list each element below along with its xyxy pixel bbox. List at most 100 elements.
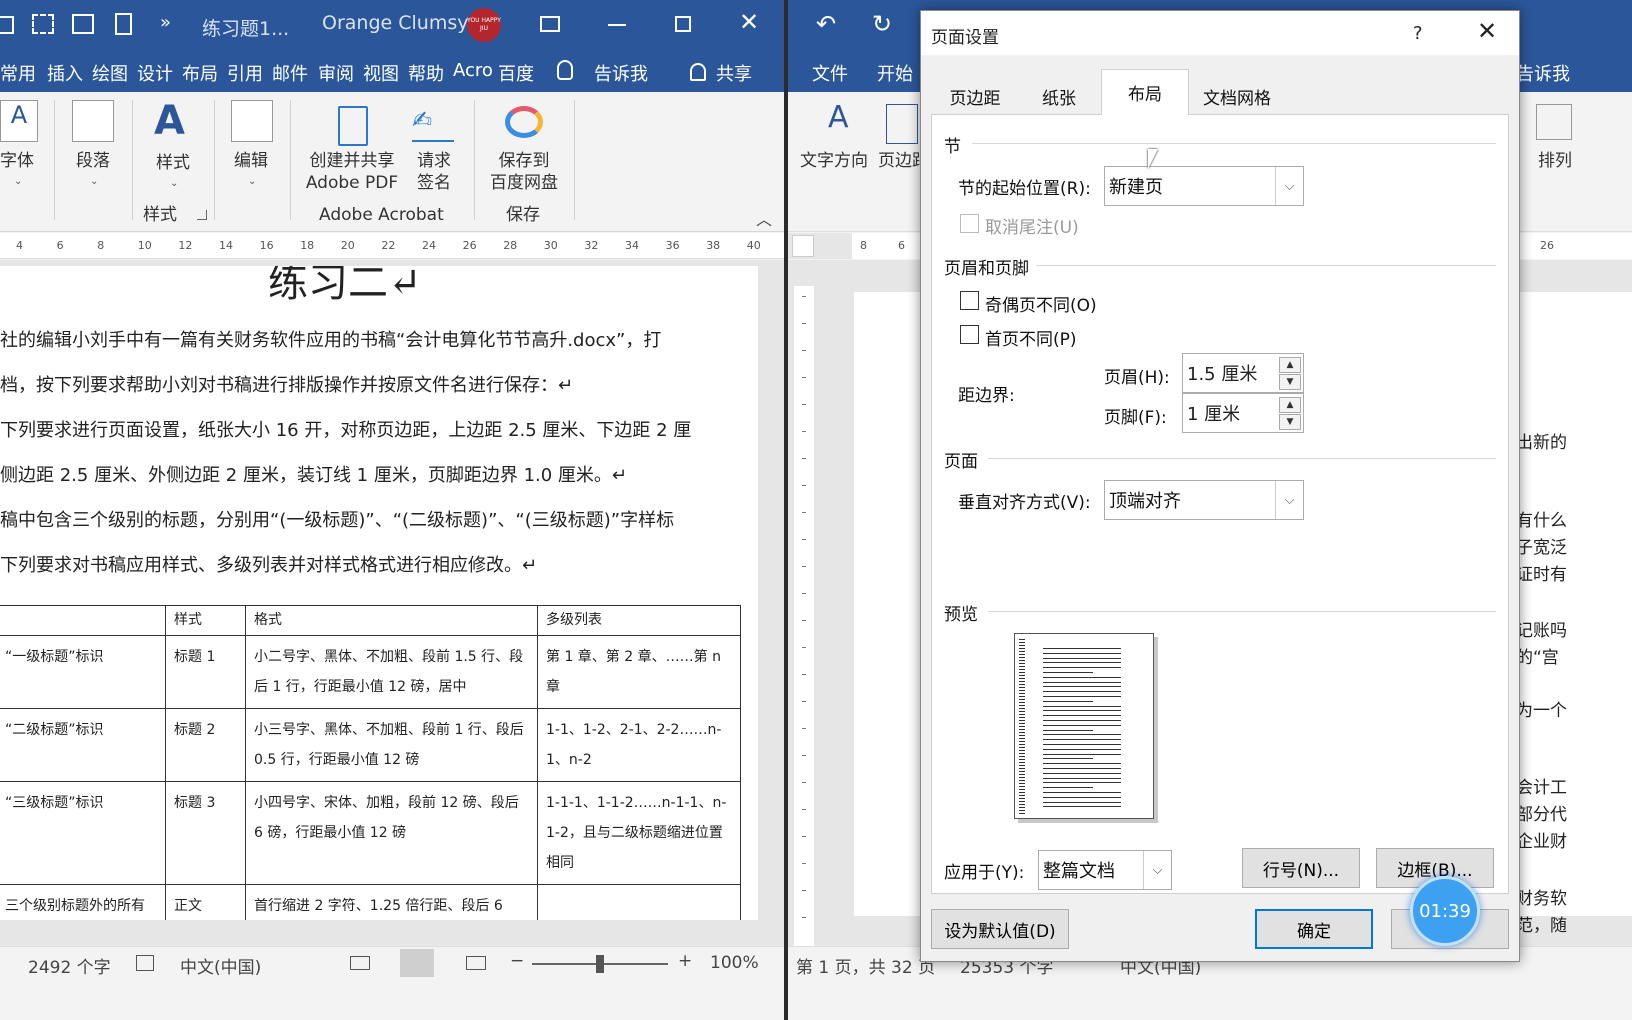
read-mode-icon[interactable] <box>350 956 370 970</box>
tab-home[interactable]: 常用 <box>0 60 36 86</box>
avatar[interactable]: YOU HAPPY JIU <box>467 8 501 42</box>
tab-help[interactable]: 帮助 <box>408 60 444 86</box>
tab-mailings[interactable]: 邮件 <box>272 60 308 86</box>
horizontal-ruler[interactable]: 4 6 8 10 12 14 16 18 20 22 24 26 28 30 32 34 36 38 40 <box>0 233 784 259</box>
tab-layout[interactable]: 布局 <box>1101 69 1189 115</box>
tab-acrobat[interactable]: Acro <box>453 60 493 81</box>
tab-review[interactable]: 审阅 <box>318 60 354 86</box>
compare-icon[interactable] <box>72 14 94 34</box>
word-count[interactable]: 2492 个字 <box>28 953 111 978</box>
apply-to-select[interactable]: 整篇文档 ⌵ <box>1038 850 1172 890</box>
preview-line <box>1043 801 1121 803</box>
font-button[interactable]: 字体 <box>0 150 34 172</box>
web-layout-icon[interactable] <box>466 956 486 970</box>
tab-view[interactable]: 视图 <box>363 60 399 86</box>
text-direction-button[interactable]: 文字方向 <box>800 150 868 172</box>
chevron-down-icon[interactable]: ⌵ <box>1275 167 1303 205</box>
zoom-slider-thumb[interactable] <box>596 955 604 973</box>
proofing-icon[interactable] <box>136 955 154 971</box>
odd-even-checkbox[interactable] <box>960 291 979 310</box>
zoom-in-button[interactable]: + <box>678 951 692 971</box>
vertical-ruler[interactable] <box>794 286 814 946</box>
line-numbers-button[interactable]: 行号(N)... <box>1242 848 1360 888</box>
close-icon[interactable]: ✕ <box>1477 17 1497 45</box>
vertical-alignment-select[interactable]: 顶端对齐 ⌵ <box>1104 480 1304 520</box>
requirements-table[interactable]: 样式 格式 多级列表 “一级标题”标识 标题 1 小二号字、黑体、不加粗、段前 … <box>0 605 741 920</box>
chevron-down-icon[interactable]: ⌵ <box>1275 481 1303 519</box>
arrange-icon[interactable] <box>1536 104 1572 140</box>
spin-up-icon[interactable]: ▲ <box>1279 397 1301 413</box>
text-direction-icon[interactable]: A <box>828 100 849 135</box>
undo-icon[interactable]: ↶ <box>816 10 836 38</box>
tab-document-grid[interactable]: 文档网格 <box>1189 77 1285 115</box>
tab-margins[interactable]: 页边距 <box>933 77 1017 115</box>
tell-me[interactable]: 告诉我 <box>594 60 648 86</box>
tab-draw[interactable]: 绘图 <box>92 60 128 86</box>
header-distance-input[interactable]: 1.5 厘米 ▲ ▼ <box>1182 353 1304 393</box>
pdf-icon[interactable] <box>338 106 368 146</box>
user-name[interactable]: Orange Clumsy <box>322 12 468 34</box>
page-count[interactable]: 第 1 页，共 32 页 <box>796 953 935 978</box>
group-styles-label: 样式 <box>143 205 177 225</box>
collapse-ribbon-icon[interactable]: ︿ <box>756 206 772 230</box>
spin-down-icon[interactable]: ▼ <box>1279 374 1301 390</box>
redo-icon[interactable]: ↻ <box>872 10 892 38</box>
styles-button[interactable]: 样式 <box>156 152 190 174</box>
tab-paper[interactable]: 纸张 <box>1017 77 1101 115</box>
tab-selector[interactable] <box>792 235 814 257</box>
maximize-icon[interactable] <box>675 16 691 32</box>
save-icon[interactable] <box>0 16 14 34</box>
section-start-select[interactable]: 新建页 ⌵ <box>1104 166 1304 206</box>
minimize-icon[interactable] <box>608 24 626 26</box>
edit-button[interactable]: 编辑 <box>234 150 268 172</box>
create-pdf-button[interactable]: 创建并共享 Adobe PDF <box>300 150 404 194</box>
page[interactable]: 练习二↵ 社的编辑小刘手中有一篇有关财务软件应用的书稿“会计电算化节节高升.do… <box>0 266 758 920</box>
signature-icon[interactable]: ✍ <box>412 106 454 142</box>
spin-down-icon[interactable]: ▼ <box>1279 414 1301 430</box>
baidu-cloud-icon[interactable] <box>505 106 543 138</box>
font-a-icon[interactable]: A <box>0 100 38 142</box>
share-person-icon[interactable] <box>690 63 706 81</box>
preview-line <box>1043 777 1121 779</box>
styles-icon[interactable]: A <box>154 98 185 144</box>
tab-file[interactable]: 文件 <box>812 60 848 86</box>
tab-insert[interactable]: 插入 <box>47 60 83 86</box>
first-page-checkbox[interactable] <box>960 325 979 344</box>
spin-up-icon[interactable]: ▲ <box>1279 357 1301 373</box>
tab-layout[interactable]: 布局 <box>182 60 218 86</box>
zoom-level[interactable]: 100% <box>710 953 759 973</box>
request-sign-button[interactable]: 请求 签名 <box>414 150 454 194</box>
save-baidu-button[interactable]: 保存到 百度网盘 <box>488 150 560 194</box>
close-icon[interactable]: ✕ <box>739 8 759 36</box>
paragraph-icon[interactable] <box>72 100 114 142</box>
tab-baidu[interactable]: 百度 <box>498 60 534 86</box>
lightbulb-icon[interactable] <box>557 60 573 80</box>
preview-line <box>1043 686 1121 688</box>
search-icon[interactable] <box>231 100 273 142</box>
print-layout-icon[interactable] <box>400 949 434 977</box>
arrange-button[interactable]: 排列 <box>1538 150 1572 172</box>
margins-icon[interactable] <box>886 104 918 144</box>
share-button[interactable]: 共享 <box>716 60 752 86</box>
footer-distance-input[interactable]: 1 厘米 ▲ ▼ <box>1182 393 1304 433</box>
help-button[interactable]: ? <box>1413 23 1423 44</box>
tell-me[interactable]: 告诉我 <box>1516 60 1570 86</box>
zoom-out-button[interactable]: − <box>510 951 524 971</box>
set-default-button[interactable]: 设为默认值(D) <box>931 909 1069 949</box>
language[interactable]: 中文(中国) <box>180 953 261 978</box>
suppress-endnotes-checkbox[interactable] <box>960 214 979 233</box>
paragraph-button[interactable]: 段落 <box>76 150 110 172</box>
dialog-launcher-icon[interactable] <box>197 210 207 220</box>
tab-references[interactable]: 引用 <box>227 60 263 86</box>
doc-paragraph: 稿中包含三个级别的标题，分别用“(一级标题)”、“(二级标题)”、“(三级标题)… <box>0 510 675 531</box>
tab-home[interactable]: 开始 <box>877 60 913 86</box>
doc-text-fragment: 部分代 <box>1516 805 1567 825</box>
left-ribbon: A 字体 ⌄ 段落 ⌄ A 样式 ⌄ 样式 编辑 ⌄ 创建并共享 Adobe P… <box>0 92 784 232</box>
ok-button[interactable]: 确定 <box>1255 909 1373 949</box>
screenshot-icon[interactable] <box>32 14 54 34</box>
more-commands-icon[interactable]: » <box>160 12 171 33</box>
chevron-down-icon[interactable]: ⌵ <box>1143 851 1171 889</box>
tab-design[interactable]: 设计 <box>137 60 173 86</box>
new-doc-icon[interactable] <box>115 13 132 35</box>
ribbon-display-icon[interactable] <box>540 16 560 32</box>
